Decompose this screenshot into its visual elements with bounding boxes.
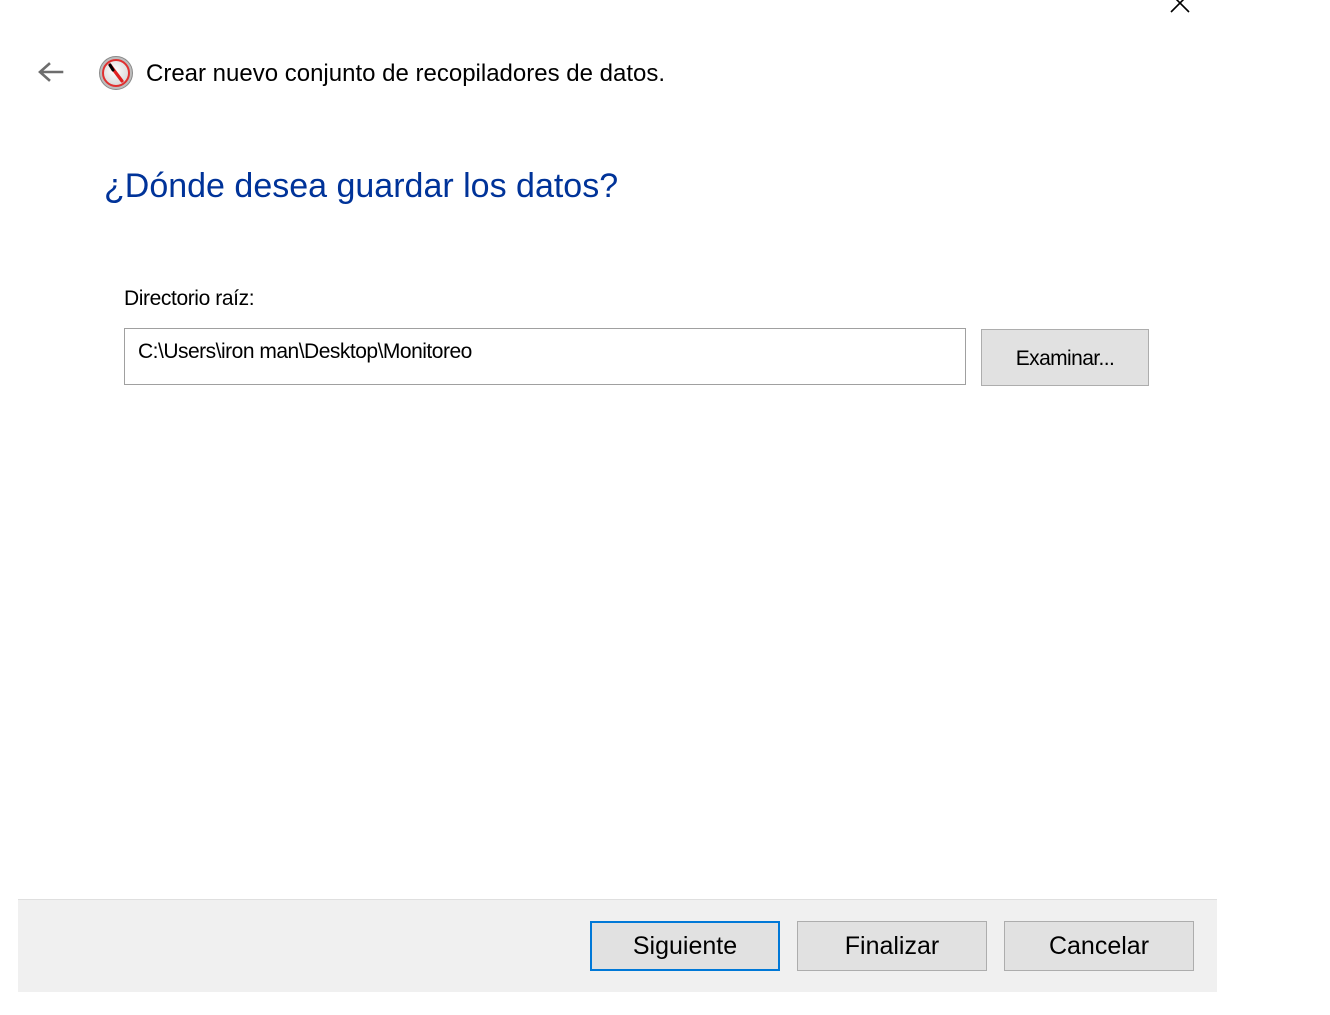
wizard-window: Crear nuevo conjunto de recopiladores de… — [0, 0, 1330, 1015]
root-directory-input[interactable] — [124, 328, 966, 385]
browse-button[interactable]: Examinar... — [981, 329, 1149, 386]
wizard-title: Crear nuevo conjunto de recopiladores de… — [146, 60, 665, 87]
back-arrow-icon — [38, 62, 64, 82]
close-icon — [1170, 0, 1190, 13]
cancel-button[interactable]: Cancelar — [1004, 921, 1194, 971]
page-heading: ¿Dónde desea guardar los datos? — [104, 167, 619, 205]
finish-button[interactable]: Finalizar — [797, 921, 987, 971]
close-button[interactable] — [1160, 0, 1200, 18]
back-button[interactable] — [32, 58, 68, 86]
performance-monitor-icon — [98, 55, 134, 91]
next-button[interactable]: Siguiente — [590, 921, 780, 971]
root-directory-label: Directorio raíz: — [124, 287, 255, 310]
